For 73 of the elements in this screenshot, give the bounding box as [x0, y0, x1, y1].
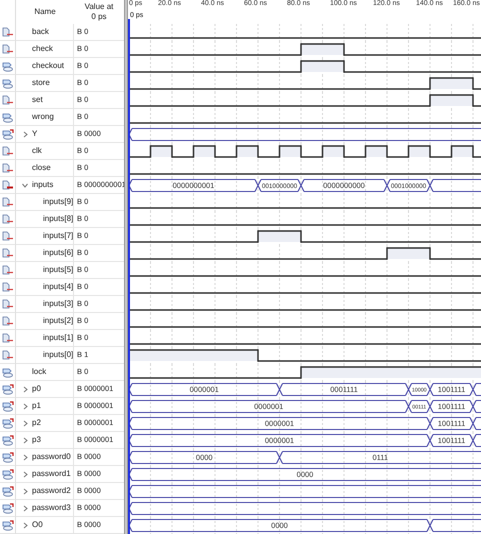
output-bus-icon — [2, 400, 14, 412]
expand-chevron-icon[interactable] — [22, 386, 28, 392]
signal-name[interactable]: p1 — [32, 400, 41, 412]
collapse-chevron-icon[interactable] — [22, 182, 28, 188]
output-pin-icon — [2, 112, 14, 122]
input-pin-icon — [2, 282, 14, 292]
output-pin-icon — [2, 366, 14, 378]
signal-name[interactable]: p2 — [32, 417, 41, 429]
output-bus-icon — [2, 128, 14, 140]
signal-name[interactable]: password2 — [32, 485, 71, 497]
signal-name[interactable]: store — [32, 77, 50, 89]
signal-name[interactable]: inputs[1] — [43, 332, 74, 344]
expand-chevron-icon[interactable] — [22, 130, 28, 138]
signal-name[interactable]: inputs[3] — [43, 298, 74, 310]
signal-name[interactable]: inputs[6] — [43, 247, 74, 259]
signal-name[interactable]: p0 — [32, 383, 41, 395]
signal-name[interactable]: inputs[8] — [43, 213, 74, 225]
signal-name[interactable]: check — [32, 43, 53, 55]
expand-chevron-icon[interactable] — [22, 402, 28, 410]
output-pin-icon — [2, 78, 14, 88]
signal-name[interactable]: inputs[4] — [43, 281, 74, 293]
output-bus-icon — [2, 452, 14, 462]
expand-chevron-icon[interactable] — [22, 488, 28, 494]
signal-name[interactable]: clk — [32, 145, 42, 157]
input-pin-icon — [2, 316, 14, 326]
input-pin-icon — [2, 298, 14, 310]
input-pin-icon — [2, 94, 14, 106]
expand-chevron-icon[interactable] — [22, 504, 28, 512]
output-bus-icon — [2, 468, 14, 480]
input-pin-icon — [2, 230, 14, 242]
expand-chevron-icon[interactable] — [22, 522, 28, 528]
input-pin-icon — [2, 264, 14, 276]
input-pin-icon — [2, 44, 14, 54]
signal-name[interactable]: Y — [32, 128, 38, 140]
signal-name[interactable]: close — [32, 162, 51, 174]
output-bus-icon — [2, 384, 14, 394]
expand-chevron-icon[interactable] — [22, 454, 28, 460]
signal-name[interactable]: password0 — [32, 451, 71, 463]
input-pin-icon — [2, 162, 14, 174]
input-pin-icon — [2, 214, 14, 224]
signal-name[interactable]: password3 — [32, 502, 71, 514]
signal-name[interactable]: inputs[0] — [43, 349, 74, 361]
input-pin-icon — [2, 26, 14, 38]
expand-chevron-icon[interactable] — [22, 470, 28, 478]
input-pin-icon — [2, 146, 14, 156]
signal-name[interactable]: p3 — [32, 434, 41, 446]
name-column-header: Name — [34, 6, 56, 18]
signal-name[interactable]: checkout — [32, 60, 64, 72]
input-pin-icon — [2, 332, 14, 344]
value-column-header: Value at 0 ps — [84, 2, 114, 22]
output-bus-icon — [2, 520, 14, 530]
expand-chevron-icon[interactable] — [22, 420, 28, 426]
input-bus-icon — [2, 180, 14, 190]
signal-name[interactable]: password1 — [32, 468, 71, 480]
input-pin-icon — [2, 248, 14, 258]
signal-name[interactable]: back — [32, 26, 49, 38]
signal-name[interactable]: inputs[2] — [43, 315, 74, 327]
signal-name[interactable]: O0 — [32, 519, 43, 531]
signal-name[interactable]: wrong — [32, 111, 54, 123]
signal-name[interactable]: lock — [32, 366, 46, 378]
signal-name[interactable]: inputs — [32, 179, 54, 191]
output-bus-icon — [2, 502, 14, 514]
output-bus-icon — [2, 434, 14, 446]
output-pin-icon — [2, 60, 14, 72]
output-bus-icon — [2, 486, 14, 496]
output-bus-icon — [2, 418, 14, 428]
signal-name[interactable]: inputs[5] — [43, 264, 74, 276]
signal-name[interactable]: set — [32, 94, 43, 106]
signal-name[interactable]: inputs[9] — [43, 196, 74, 208]
expand-chevron-icon[interactable] — [22, 436, 28, 444]
input-pin-icon — [2, 196, 14, 208]
input-pin-icon — [2, 350, 14, 360]
signal-name[interactable]: inputs[7] — [43, 230, 74, 242]
